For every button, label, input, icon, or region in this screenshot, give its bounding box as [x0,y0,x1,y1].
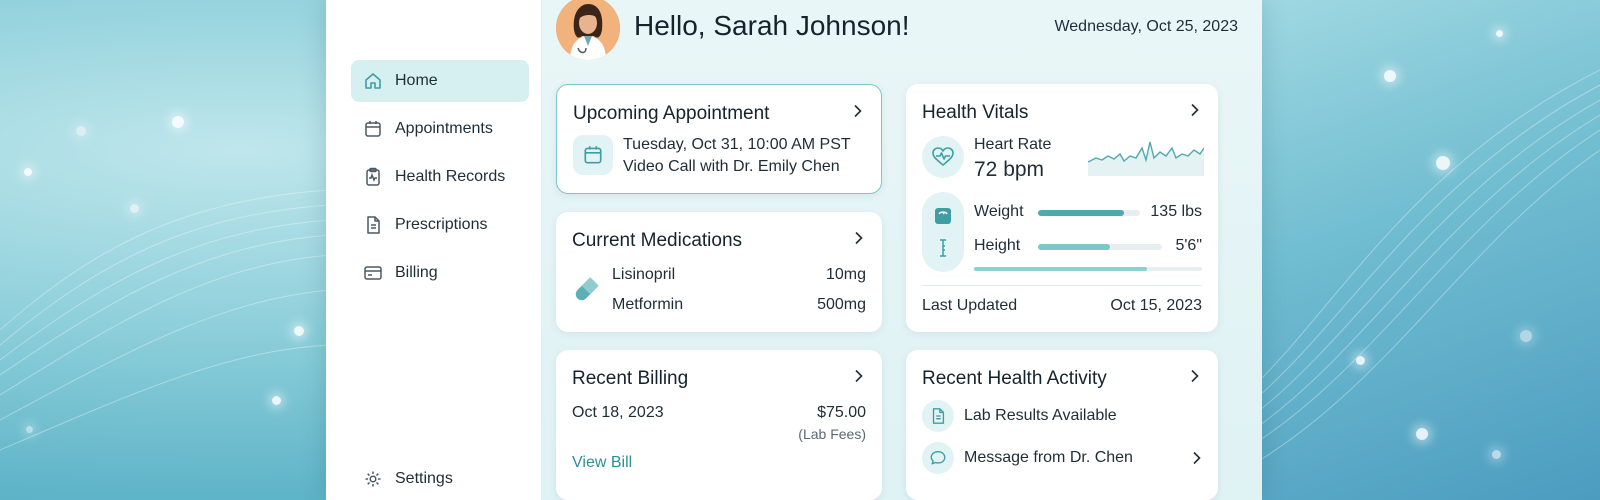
main-content: Hello, Sarah Johnson! Wednesday, Oct 25,… [542,0,1262,500]
height-ruler-icon [933,238,953,258]
appointment-datetime: Tuesday, Oct 31, 10:00 AM PST [623,136,851,153]
sidebar-item-settings[interactable]: Settings [351,458,529,500]
bokeh-dot [1384,70,1396,82]
bokeh-dot [76,126,86,136]
bokeh-dot [1436,156,1450,170]
card-title: Upcoming Appointment [573,103,770,124]
bokeh-dot [1492,450,1501,459]
medication-name: Lisinopril [612,266,676,283]
divider [922,285,1202,286]
chat-bubble-icon [922,442,954,474]
bokeh-dot [1416,428,1428,440]
bokeh-dot [26,426,33,433]
sidebar: Home Appointments Health Records Prescri… [326,0,542,500]
chevron-right-icon[interactable] [1188,369,1200,383]
sidebar-item-health-records[interactable]: Health Records [351,156,529,198]
chevron-right-icon[interactable] [852,231,864,245]
sidebar-item-label: Health Records [395,168,506,185]
bokeh-dot [24,168,32,176]
bokeh-dot [1520,330,1532,342]
current-medications-card[interactable]: Current Medications Lisinopril 10mg Metf… [556,212,882,332]
billing-amount: $75.00 [817,404,866,421]
sidebar-item-label: Home [395,72,438,89]
document-icon [922,400,954,432]
recent-health-activity-card[interactable]: Recent Health Activity Lab Results Avail… [906,350,1218,500]
card-title: Recent Health Activity [922,368,1107,389]
bokeh-dot [1496,30,1503,37]
vitals-progress-fill [974,267,1148,271]
current-date: Wednesday, Oct 25, 2023 [1054,18,1238,35]
sidebar-item-home[interactable]: Home [351,60,529,102]
bokeh-dot [294,326,304,336]
card-title: Recent Billing [572,368,689,389]
chevron-right-icon[interactable] [1188,103,1200,117]
calendar-icon [573,135,613,175]
health-vitals-card[interactable]: Health Vitals Heart Rate 72 bpm Weight 1… [906,84,1218,332]
sidebar-item-appointments[interactable]: Appointments [351,108,529,150]
chevron-right-icon[interactable] [852,369,864,383]
last-updated-value: Oct 15, 2023 [1110,297,1202,314]
card-title: Current Medications [572,230,743,251]
vitals-icon-column [922,192,964,272]
weight-bar-fill [1038,210,1124,216]
bokeh-dot [272,396,281,405]
home-icon [363,71,383,91]
heart-rate-label: Heart Rate [974,136,1052,153]
bokeh-dot [130,204,139,213]
last-updated-label: Last Updated [922,297,1018,314]
activity-label: Lab Results Available [964,407,1117,424]
bokeh-dot [1356,356,1365,365]
heart-rate-sparkline [1088,141,1204,176]
medication-dose: 10mg [825,266,866,283]
calendar-icon [363,119,383,139]
sidebar-item-label: Billing [395,264,438,281]
scale-icon [933,206,953,226]
medication-name: Metformin [612,296,684,313]
pill-icon [570,274,602,306]
sidebar-item-label: Prescriptions [395,216,488,233]
sidebar-item-billing[interactable]: Billing [351,252,529,294]
chevron-right-icon[interactable] [1190,451,1202,465]
clipboard-pulse-icon [363,167,383,187]
activity-item-lab-results[interactable]: Lab Results Available [922,400,1202,434]
view-bill-link[interactable]: View Bill [572,454,632,472]
document-icon [363,215,383,235]
appointment-description: Video Call with Dr. Emily Chen [623,158,840,175]
credit-card-icon [363,263,383,283]
recent-billing-card[interactable]: Recent Billing Oct 18, 2023 $75.00 (Lab … [556,350,882,500]
sidebar-item-label: Appointments [395,120,493,137]
weight-bar [1038,210,1140,216]
height-bar [1038,244,1162,250]
activity-item-message[interactable]: Message from Dr. Chen [922,442,1202,476]
heart-rate-value: 72 bpm [974,158,1045,181]
bokeh-dot [172,116,184,128]
weight-value: 135 lbs [1150,203,1202,220]
weight-label: Weight [974,203,1024,220]
height-bar-fill [1038,244,1110,250]
billing-date: Oct 18, 2023 [572,404,664,421]
vitals-progress-bar [974,267,1202,271]
activity-label: Message from Dr. Chen [964,449,1133,466]
sidebar-item-label: Settings [395,470,453,487]
chevron-right-icon[interactable] [851,104,863,118]
height-label: Height [974,237,1021,254]
gear-icon [363,469,383,489]
heart-pulse-icon [922,136,964,178]
avatar[interactable] [556,0,620,60]
sidebar-item-prescriptions[interactable]: Prescriptions [351,204,529,246]
upcoming-appointment-card[interactable]: Upcoming Appointment Tuesday, Oct 31, 10… [556,84,882,194]
billing-note: (Lab Fees) [798,426,866,442]
app-window: Home Appointments Health Records Prescri… [326,0,1262,500]
medication-dose: 500mg [817,296,866,313]
card-title: Health Vitals [922,102,1029,123]
height-value: 5'6" [1175,237,1202,254]
page-title: Hello, Sarah Johnson! [634,10,910,41]
